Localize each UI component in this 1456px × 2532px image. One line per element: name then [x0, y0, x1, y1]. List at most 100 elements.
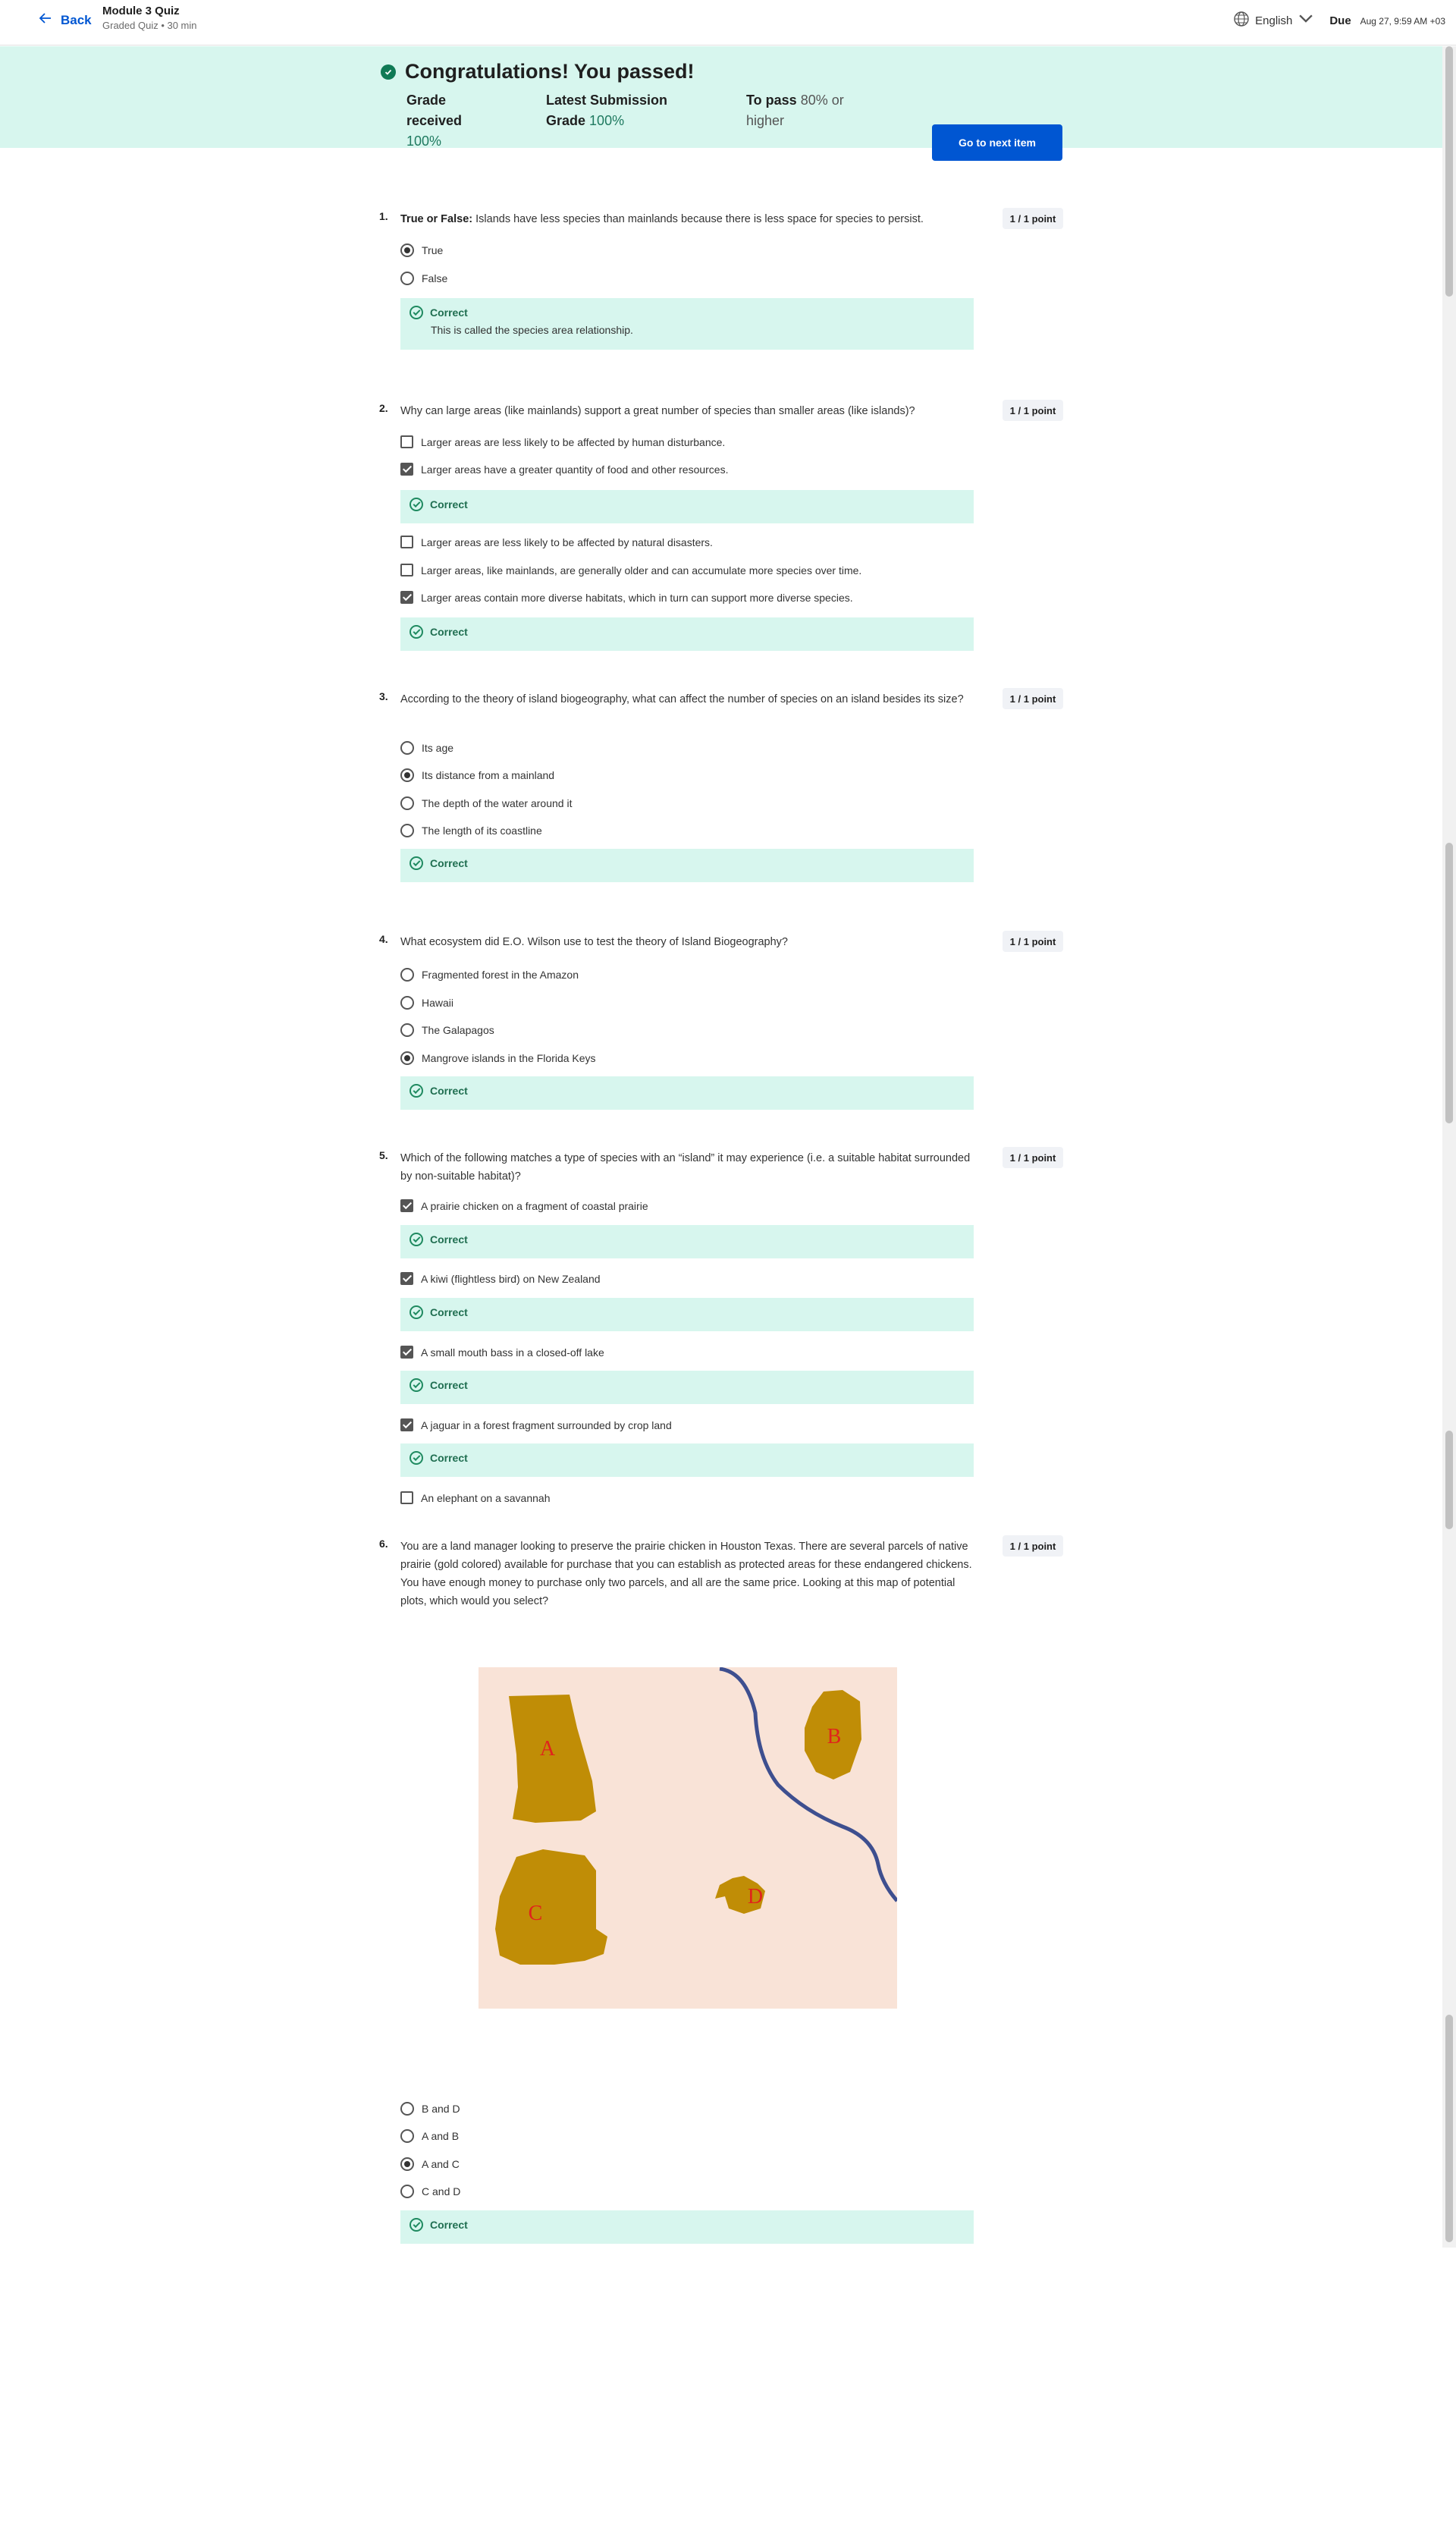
feedback-correct: Correct — [400, 1225, 974, 1258]
feedback-label: Correct — [430, 1379, 468, 1391]
option-label: Its age — [422, 742, 454, 754]
option-label: The length of its coastline — [422, 825, 542, 837]
question-number: 1. — [379, 210, 388, 222]
question-number: 5. — [379, 1149, 388, 1161]
radio-unselected[interactable] — [400, 272, 414, 285]
question-text: You are a land manager looking to preser… — [400, 1541, 972, 1607]
option-2[interactable]: Larger areas have a greater quantity of … — [400, 463, 728, 476]
radio-selected[interactable] — [400, 1051, 414, 1065]
grade-stats: Grade received 100% Latest Submission Gr… — [406, 90, 908, 152]
option-4[interactable]: C and D — [400, 2185, 460, 2198]
feedback-row: Correct — [410, 1451, 468, 1465]
question-text: According to the theory of island biogeo… — [400, 693, 964, 705]
points-badge: 1 / 1 point — [1003, 1147, 1063, 1168]
feedback-label: Correct — [430, 1085, 468, 1097]
radio-selected[interactable] — [400, 2157, 414, 2171]
to-pass: To pass 80% or higher — [746, 90, 860, 152]
banner-title: Congratulations! You passed! — [405, 60, 695, 83]
parcel-c — [495, 1849, 607, 1965]
scrollbar-segment — [1445, 2015, 1453, 2242]
option-label: A and C — [422, 2158, 460, 2170]
option-1[interactable]: B and D — [400, 2102, 460, 2116]
language-selector[interactable]: English — [1233, 11, 1314, 30]
back-label: Back — [61, 12, 92, 27]
radio-unselected[interactable] — [400, 824, 414, 837]
latest-grade-value: 100% — [589, 113, 625, 128]
go-to-next-item-button[interactable]: Go to next item — [932, 124, 1062, 161]
checkbox-checked[interactable] — [400, 463, 413, 476]
option-label: Larger areas are less likely to be affec… — [421, 536, 713, 548]
feedback-row: Correct — [410, 1305, 468, 1319]
option-label: Larger areas contain more diverse habita… — [421, 591, 853, 604]
option-1[interactable]: Larger areas are less likely to be affec… — [400, 435, 725, 448]
feedback-row: Correct — [410, 1084, 468, 1098]
radio-unselected[interactable] — [400, 2185, 414, 2198]
option-label: The Galapagos — [422, 1024, 494, 1036]
radio-unselected[interactable] — [400, 1023, 414, 1037]
checkbox-checked[interactable] — [400, 1418, 413, 1431]
feedback-correct: Correct — [400, 1371, 974, 1404]
radio-unselected[interactable] — [400, 2129, 414, 2143]
option-3[interactable]: The Galapagos — [400, 1023, 494, 1037]
checkbox-unchecked[interactable] — [400, 435, 413, 448]
parcel-map-image: A B C D — [479, 1667, 899, 2009]
option-false[interactable]: False — [400, 272, 447, 285]
option-2[interactable]: A kiwi (flightless bird) on New Zealand — [400, 1272, 601, 1285]
option-1[interactable]: Its age — [400, 741, 453, 755]
radio-unselected[interactable] — [400, 2102, 414, 2116]
option-1[interactable]: A prairie chicken on a fragment of coast… — [400, 1199, 648, 1212]
option-label: Its distance from a mainland — [422, 769, 555, 781]
checkbox-checked[interactable] — [400, 1199, 413, 1212]
back-button[interactable]: Back — [38, 11, 92, 30]
option-true[interactable]: True — [400, 243, 443, 257]
option-2[interactable]: A and B — [400, 2129, 459, 2143]
option-5[interactable]: Larger areas contain more diverse habita… — [400, 591, 853, 604]
checkbox-checked[interactable] — [400, 591, 413, 604]
option-1[interactable]: Fragmented forest in the Amazon — [400, 968, 579, 982]
feedback-label: Correct — [430, 1452, 468, 1464]
radio-unselected[interactable] — [400, 968, 414, 982]
option-5[interactable]: An elephant on a savannah — [400, 1491, 550, 1504]
option-3[interactable]: The depth of the water around it — [400, 796, 572, 810]
checkbox-unchecked[interactable] — [400, 564, 413, 576]
scrollbar-thumb[interactable] — [1445, 46, 1453, 297]
radio-unselected[interactable] — [400, 996, 414, 1010]
option-label: C and D — [422, 2185, 461, 2197]
checkbox-checked[interactable] — [400, 1272, 413, 1285]
radio-unselected[interactable] — [400, 741, 414, 755]
option-2[interactable]: Hawaii — [400, 996, 453, 1010]
checkbox-unchecked[interactable] — [400, 1491, 413, 1504]
radio-selected[interactable] — [400, 243, 414, 257]
question-text: Why can large areas (like mainlands) sup… — [400, 405, 915, 417]
checkbox-unchecked[interactable] — [400, 536, 413, 548]
feedback-label: Correct — [430, 2219, 468, 2231]
question-number: 4. — [379, 933, 388, 945]
option-4[interactable]: A jaguar in a forest fragment surrounded… — [400, 1418, 672, 1431]
feedback-correct: Correct — [400, 1443, 974, 1477]
radio-selected[interactable] — [400, 768, 414, 782]
option-label: A prairie chicken on a fragment of coast… — [421, 1199, 648, 1212]
question-prefix: True or False: — [400, 213, 473, 225]
option-3[interactable]: Larger areas are less likely to be affec… — [400, 536, 713, 548]
option-4[interactable]: The length of its coastline — [400, 824, 542, 837]
feedback-row: Correct — [410, 625, 468, 639]
feedback-correct: Correct This is called the species area … — [400, 298, 974, 350]
scrollbar[interactable] — [1442, 46, 1456, 2248]
due-label: Due — [1329, 14, 1351, 27]
parcel-map: A B C D — [495, 1667, 899, 1965]
quiz-title-block: Module 3 Quiz Graded Quiz • 30 min — [102, 5, 197, 31]
due-info: Due Aug 27, 9:59 AM +03 — [1329, 14, 1445, 27]
option-4[interactable]: Larger areas, like mainlands, are genera… — [400, 564, 861, 576]
option-3[interactable]: A and C — [400, 2157, 460, 2171]
check-circle-icon — [410, 1451, 423, 1465]
quiz-subtitle: Graded Quiz • 30 min — [102, 20, 197, 31]
option-3[interactable]: A small mouth bass in a closed-off lake — [400, 1346, 604, 1359]
option-2[interactable]: Its distance from a mainland — [400, 768, 554, 782]
checkbox-checked[interactable] — [400, 1346, 413, 1359]
radio-unselected[interactable] — [400, 796, 414, 810]
feedback-row: Correct — [410, 1378, 468, 1392]
option-4[interactable]: Mangrove islands in the Florida Keys — [400, 1051, 596, 1065]
option-label: Larger areas, like mainlands, are genera… — [421, 564, 862, 576]
check-circle-icon — [410, 1305, 423, 1319]
feedback-row: Correct — [410, 2218, 468, 2232]
